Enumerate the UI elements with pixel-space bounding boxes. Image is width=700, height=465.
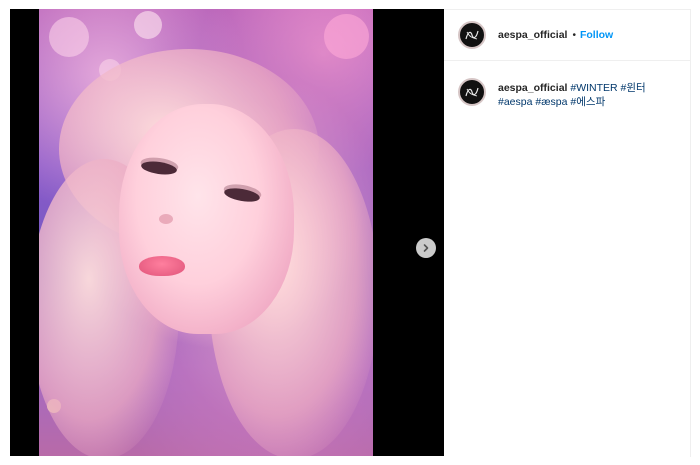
separator-dot: •	[572, 29, 576, 41]
bokeh-light	[324, 14, 369, 59]
chevron-right-icon	[423, 244, 429, 252]
caption-username[interactable]: aespa_official	[498, 82, 567, 94]
post-side-panel: aespa_official • Follow aespa_official #…	[444, 9, 691, 457]
caption: aespa_official #WINTER #윈터 #aespa #æspa …	[458, 78, 683, 109]
caption-text: aespa_official #WINTER #윈터 #aespa #æspa …	[498, 81, 646, 109]
bokeh-light	[49, 17, 89, 57]
post-header: aespa_official • Follow	[444, 10, 690, 61]
caption-avatar[interactable]	[458, 78, 486, 106]
hashtag-link[interactable]: #WINTER	[570, 82, 617, 94]
aespa-logo	[465, 30, 479, 40]
next-slide-button[interactable]	[416, 238, 436, 258]
hashtag-link[interactable]: #æspa	[535, 96, 567, 108]
face	[119, 104, 294, 334]
follow-button[interactable]: Follow	[580, 29, 613, 41]
hashtag-link[interactable]: #윈터	[621, 82, 646, 94]
hashtag-link[interactable]: #에스파	[570, 96, 605, 108]
eye-left	[140, 159, 178, 177]
avatar[interactable]	[458, 21, 486, 49]
hashtag-link[interactable]: #aespa	[498, 96, 532, 108]
post-photo	[39, 9, 373, 456]
aespa-logo	[465, 87, 479, 97]
eye-right	[223, 185, 261, 205]
post-username[interactable]: aespa_official	[498, 29, 567, 41]
bokeh-light	[134, 11, 162, 39]
nose	[159, 214, 173, 224]
instagram-post: aespa_official • Follow aespa_official #…	[0, 0, 700, 465]
post-media	[10, 9, 444, 456]
lips	[139, 256, 185, 276]
